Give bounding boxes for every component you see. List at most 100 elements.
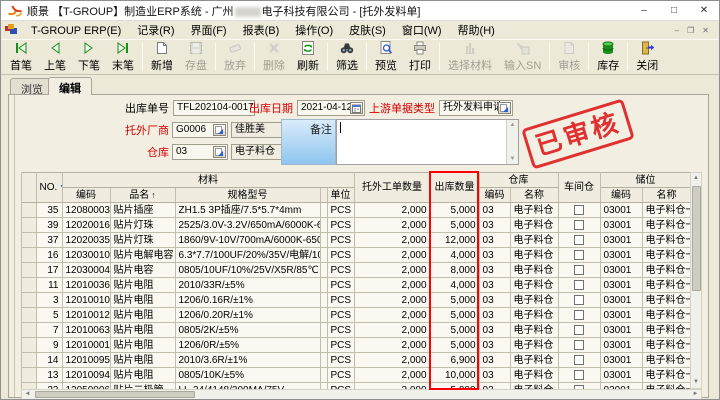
calendar-button[interactable] [350, 102, 363, 114]
col-header-loc-name[interactable]: 名称 [642, 188, 690, 203]
remark-textarea[interactable]: ▲▼ [336, 119, 519, 165]
vertical-scroll-thumb[interactable] [692, 186, 701, 291]
col-header-no[interactable]: NO.▼ [36, 173, 62, 203]
upstream-lookup-button[interactable] [498, 102, 511, 114]
minimize-button[interactable]: – [629, 1, 659, 20]
col-header-code[interactable]: 编码 [62, 188, 110, 203]
workshop-checkbox[interactable] [574, 265, 584, 275]
workshop-checkbox[interactable] [574, 355, 584, 365]
table-row[interactable]: 3512080003贴片插座ZH1.5 3P插座/7.5*5.7*4mmPCS2… [22, 203, 690, 218]
inventory-button[interactable]: 库存 [591, 40, 625, 74]
grid-horizontal-scrollbar[interactable]: ◄ ► [21, 389, 702, 400]
close-button[interactable]: 关闭 [630, 40, 664, 74]
new-button[interactable]: 新增 [145, 40, 179, 74]
col-header-unit[interactable]: 单位 [327, 188, 354, 203]
toolbar-separator [549, 43, 550, 71]
delete-label: 删除 [263, 57, 285, 73]
remark-scrollbar[interactable]: ▲▼ [506, 120, 518, 164]
first-button[interactable]: 首笔 [4, 40, 38, 74]
table-row[interactable]: 1412010095贴片电阻2010/3.6R/±1%PCS2,0006,900… [22, 353, 690, 368]
mdi-restore-icon[interactable]: ❐ [683, 26, 698, 35]
tab-edit[interactable]: 编辑 [48, 77, 92, 95]
doc-no-field[interactable]: TFL202104-0017 [173, 100, 255, 116]
warehouse-code-field[interactable]: 03 [172, 144, 228, 160]
menu-items: T-GROUP ERP(E)记录(R)界面(F)报表(B)操作(O)皮肤(S)窗… [23, 22, 503, 38]
workshop-checkbox[interactable] [574, 250, 584, 260]
grid-vertical-scrollbar[interactable]: ▲ ▼ [690, 172, 702, 389]
workshop-checkbox[interactable] [574, 295, 584, 305]
workshop-checkbox[interactable] [574, 310, 584, 320]
menu-item-5[interactable]: 皮肤(S) [341, 24, 394, 38]
maximize-button[interactable]: □ [659, 1, 689, 20]
table-row[interactable]: 1612030010贴片电解电容6.3*7.7/100UF/20%/35V/电解… [22, 248, 690, 263]
table-row[interactable]: 1112010036贴片电阻2010/33R/±5%PCS2,0004,0000… [22, 278, 690, 293]
discard-icon [227, 40, 243, 56]
col-group-material[interactable]: 材料 [62, 173, 354, 188]
col-header-spec[interactable]: 规格型号 [175, 188, 320, 203]
col-header-wh-code[interactable]: 编码 [479, 188, 510, 203]
col-group-location[interactable]: 储位 [600, 173, 690, 188]
menu-item-2[interactable]: 界面(F) [183, 24, 235, 38]
issue-date-field[interactable]: 2021-04-12 [297, 100, 365, 116]
grid-body: 3512080003贴片插座ZH1.5 3P插座/7.5*5.7*4mmPCS2… [22, 203, 690, 390]
table-row[interactable]: 512010012贴片电阻1206/0.20R/±1%PCS2,0005,000… [22, 308, 690, 323]
scroll-left-icon[interactable]: ◄ [22, 390, 33, 399]
table-row[interactable]: 1712030004贴片电容0805/10UF/10%/25V/X5R/85℃P… [22, 263, 690, 278]
lookup-icon [500, 104, 509, 113]
inventory-icon [600, 40, 616, 56]
upstream-type-field[interactable]: 托外发料申请 [439, 100, 513, 116]
prev-label: 上笔 [44, 57, 66, 73]
next-button[interactable]: 下笔 [72, 40, 106, 74]
vendor-lookup-button[interactable] [213, 124, 226, 136]
preview-button[interactable]: 预览 [369, 40, 403, 74]
vendor-code-field[interactable]: G0006 [172, 122, 228, 138]
menu-item-3[interactable]: 报表(B) [235, 24, 288, 38]
menu-item-7[interactable]: 帮助(H) [450, 24, 503, 38]
last-button[interactable]: 末笔 [106, 40, 140, 74]
col-header-narrow[interactable] [320, 188, 327, 203]
col-header-loc-code[interactable]: 编码 [600, 188, 642, 203]
col-header-wh-name[interactable]: 名称 [510, 188, 558, 203]
workshop-checkbox[interactable] [574, 340, 584, 350]
menu-item-1[interactable]: 记录(R) [129, 24, 182, 38]
print-button[interactable]: 打印 [403, 40, 437, 74]
toolbar-separator [588, 43, 589, 71]
preview-icon [378, 40, 394, 56]
col-header-name[interactable]: 品名↑ [110, 188, 175, 203]
scroll-right-icon[interactable]: ► [690, 390, 701, 399]
workshop-checkbox[interactable] [574, 220, 584, 230]
prev-button[interactable]: 上笔 [38, 40, 72, 74]
table-row[interactable]: 1312010094贴片电阻0805/10K/±5%PCS2,00010,000… [22, 368, 690, 383]
table-row[interactable]: 3912020016贴片灯珠2525/3.0V-3.2V/650mA/6000K… [22, 218, 690, 233]
mdi-close-icon[interactable]: ✕ [698, 26, 713, 35]
workshop-checkbox[interactable] [574, 370, 584, 380]
mdi-controls: – ❐ ✕ [671, 26, 713, 35]
menu-item-6[interactable]: 窗口(W) [394, 24, 450, 38]
mdi-minimize-icon[interactable]: – [671, 26, 683, 35]
table-row[interactable]: 312010010贴片电阻1206/0.16R/±1%PCS2,0005,000… [22, 293, 690, 308]
table-row[interactable]: 3712020035贴片灯珠1860/9V-10V/700mA/6000K-65… [22, 233, 690, 248]
refresh-button[interactable]: 刷新 [291, 40, 325, 74]
menu-item-0[interactable]: T-GROUP ERP(E) [23, 24, 129, 38]
col-header-order-qty[interactable]: 托外工单数量 [354, 173, 430, 203]
scroll-up-icon[interactable]: ▲ [691, 173, 701, 184]
warehouse-lookup-button[interactable] [213, 146, 226, 158]
horizontal-scroll-thumb[interactable] [35, 391, 195, 398]
col-header-workshop[interactable]: 车间仓 [558, 173, 600, 203]
next-icon [81, 40, 97, 56]
workshop-checkbox[interactable] [574, 205, 584, 215]
first-label: 首笔 [10, 57, 32, 73]
menu-bar: T-GROUP ERP(E)记录(R)界面(F)报表(B)操作(O)皮肤(S)窗… [1, 21, 719, 39]
menu-item-4[interactable]: 操作(O) [287, 24, 341, 38]
scroll-down-icon[interactable]: ▼ [691, 377, 701, 388]
col-group-warehouse[interactable]: 仓库 [479, 173, 558, 188]
table-row[interactable]: 712010063贴片电阻0805/2K/±5%PCS2,0005,00003电… [22, 323, 690, 338]
workshop-checkbox[interactable] [574, 325, 584, 335]
workshop-checkbox[interactable] [574, 280, 584, 290]
close-button[interactable]: ✕ [689, 1, 719, 20]
select-material-icon [462, 40, 478, 56]
table-row[interactable]: 912010001贴片电阻1206/0R/±5%PCS2,0005,00003电… [22, 338, 690, 353]
workshop-checkbox[interactable] [574, 235, 584, 245]
col-header-issue-qty[interactable]: 出库数量 [430, 173, 479, 203]
filter-button[interactable]: 筛选 [330, 40, 364, 74]
